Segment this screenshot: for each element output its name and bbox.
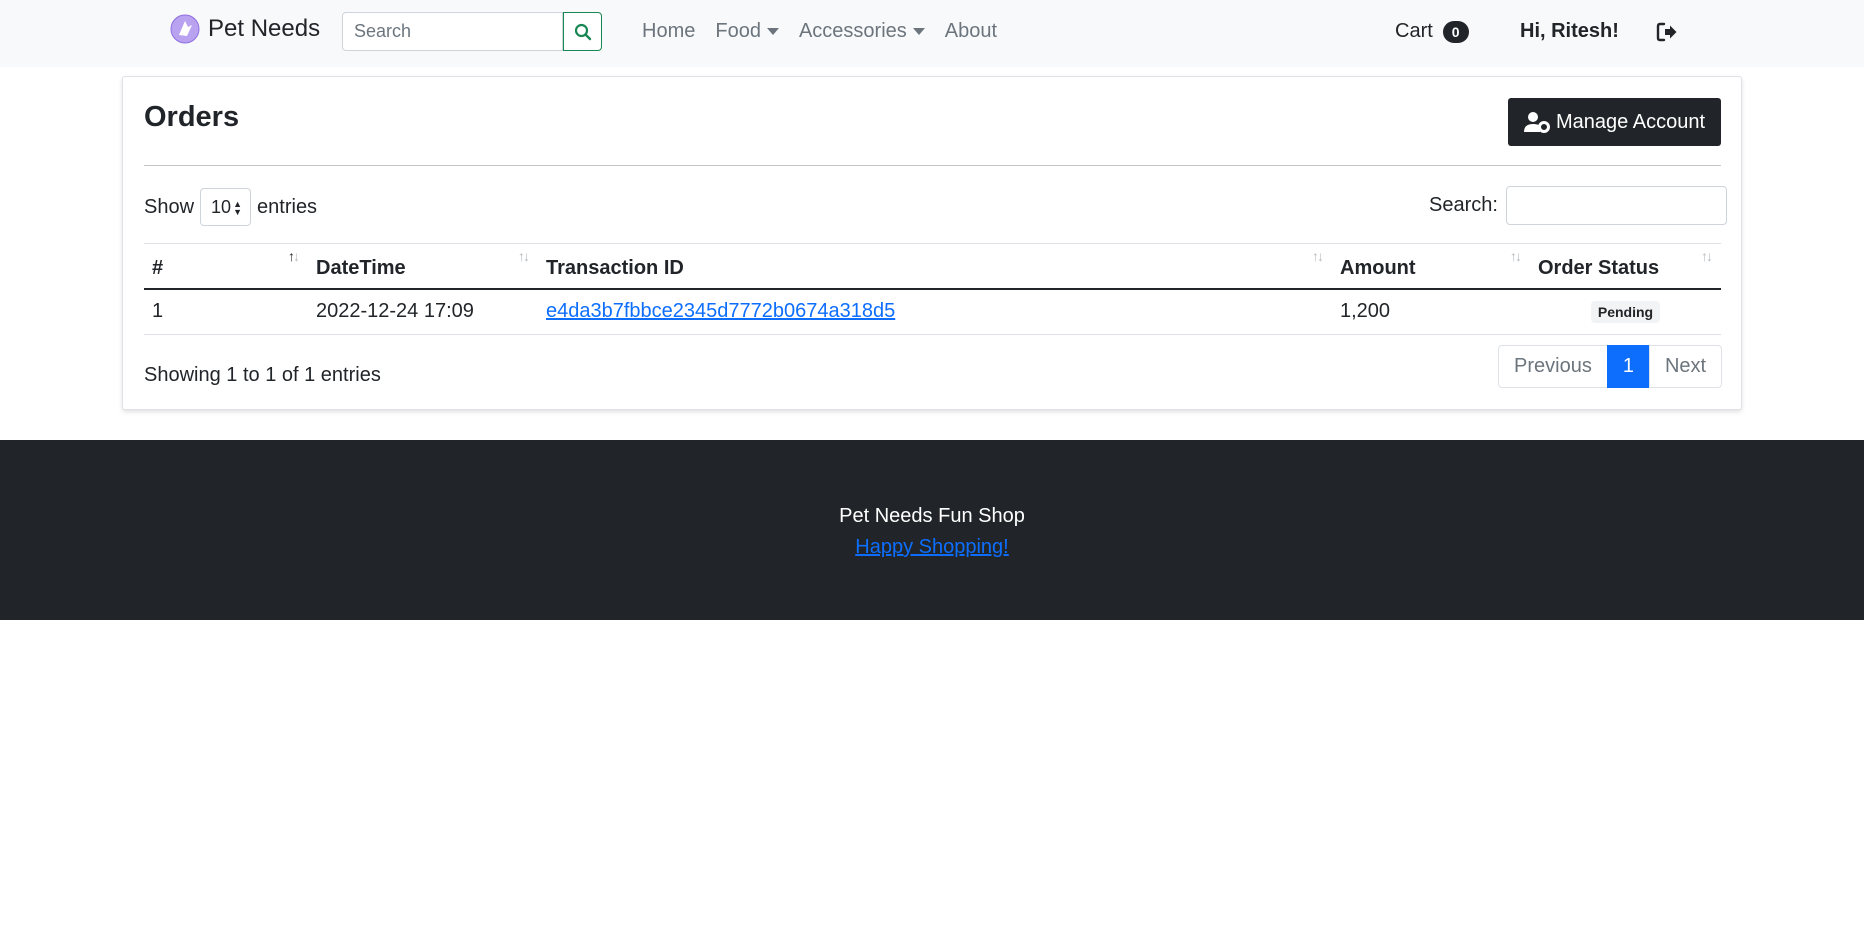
- navbar: Pet Needs Home Food Accessories About Ca…: [0, 0, 1864, 67]
- cell-datetime: 2022-12-24 17:09: [308, 288, 538, 335]
- sort-icon: ↑↓: [1701, 248, 1713, 264]
- footer-link[interactable]: Happy Shopping!: [855, 536, 1008, 558]
- cell-order-status: Pending: [1530, 288, 1721, 335]
- user-greeting: Hi, Ritesh!: [1520, 20, 1619, 42]
- sort-icon: ↑↓: [1312, 248, 1324, 264]
- nav-links: Home Food Accessories About: [632, 20, 1007, 43]
- cart-count-badge: 0: [1442, 20, 1469, 43]
- select-arrows-icon: ▲ ▼: [233, 199, 243, 217]
- pagination-previous[interactable]: Previous: [1498, 345, 1608, 388]
- table-row: 1 2022-12-24 17:09 e4da3b7fbbce2345d7772…: [144, 288, 1721, 335]
- sort-icon: ↑↓: [518, 248, 530, 264]
- nav-link-food-dropdown[interactable]: Food: [705, 20, 789, 43]
- search-icon: [574, 23, 591, 40]
- pagination: Previous 1 Next: [1498, 345, 1723, 388]
- pagination-page-1[interactable]: 1: [1606, 345, 1650, 388]
- brand-name: Pet Needs: [208, 15, 321, 42]
- table-search: Search:: [1429, 186, 1727, 225]
- nav-link-accessories-dropdown[interactable]: Accessories: [789, 20, 935, 43]
- nav-link-home[interactable]: Home: [632, 20, 705, 43]
- orders-table: # ↑↓ DateTime ↑↓ Transaction ID ↑↓ Amount ↑↓…: [144, 243, 1721, 335]
- table-info: Showing 1 to 1 of 1 entries: [144, 364, 381, 386]
- nav-search-input[interactable]: [342, 12, 563, 51]
- cart-label: Cart: [1395, 20, 1433, 42]
- column-header-index[interactable]: # ↑↓: [144, 243, 308, 290]
- cell-index: 1: [144, 288, 308, 335]
- orders-card: Orders Manage Account Show 10 ▲ ▼ entries…: [122, 76, 1742, 410]
- nav-search-button[interactable]: [563, 12, 602, 51]
- column-header-transaction-id[interactable]: Transaction ID ↑↓: [538, 243, 1332, 290]
- nav-link-about[interactable]: About: [935, 20, 1007, 43]
- cart-link[interactable]: Cart 0: [1395, 20, 1469, 43]
- manage-account-button[interactable]: Manage Account: [1508, 98, 1721, 146]
- cell-amount: 1,200: [1332, 288, 1530, 335]
- column-header-order-status[interactable]: Order Status ↑↓: [1530, 243, 1721, 290]
- user-gear-icon: [1524, 112, 1550, 133]
- entries-length-select[interactable]: 10 ▲ ▼: [200, 188, 252, 226]
- brand-link[interactable]: Pet Needs: [170, 14, 320, 44]
- pagination-next[interactable]: Next: [1648, 345, 1723, 388]
- table-search-input[interactable]: [1505, 186, 1727, 225]
- divider: [144, 165, 1721, 166]
- logout-icon[interactable]: [1656, 21, 1678, 43]
- transaction-id-link[interactable]: e4da3b7fbbce2345d7772b0674a318d5: [546, 300, 895, 322]
- sort-icon: ↑↓: [1510, 248, 1522, 264]
- footer: Pet Needs Fun Shop Happy Shopping!: [0, 440, 1864, 620]
- page-title: Orders: [144, 101, 240, 133]
- footer-title: Pet Needs Fun Shop: [839, 505, 1025, 527]
- entries-length-control: Show 10 ▲ ▼ entries: [144, 188, 317, 226]
- sort-asc-icon: ↑↓: [288, 248, 300, 264]
- cell-transaction-id: e4da3b7fbbce2345d7772b0674a318d5: [538, 288, 1332, 335]
- column-header-amount[interactable]: Amount ↑↓: [1332, 243, 1530, 290]
- caret-down-icon: [912, 28, 925, 35]
- caret-down-icon: [766, 28, 779, 35]
- pet-logo-icon: [170, 14, 200, 44]
- status-badge: Pending: [1590, 301, 1661, 324]
- nav-search-form: [342, 12, 602, 51]
- column-header-datetime[interactable]: DateTime ↑↓: [308, 243, 538, 290]
